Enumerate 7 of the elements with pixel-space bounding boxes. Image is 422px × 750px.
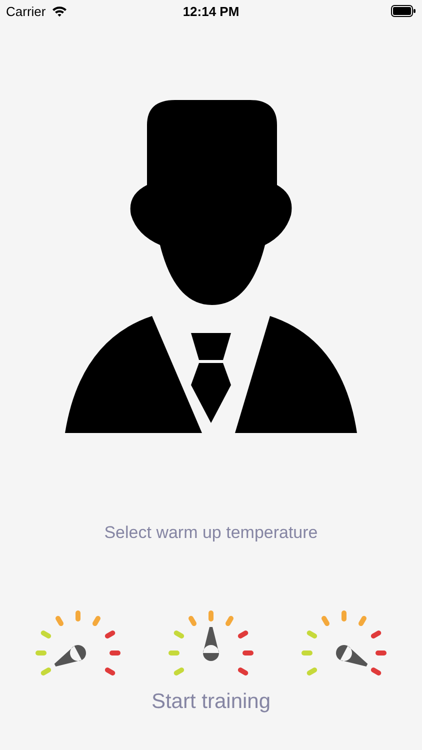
person-icon: [65, 100, 357, 434]
battery-icon: [391, 5, 416, 17]
carrier-name: Carrier: [6, 4, 46, 18]
prompt-text: Select warm up temperature: [104, 523, 318, 543]
start-training-button[interactable]: Start training: [145, 688, 277, 716]
clock-time: 12:14 PM: [182, 4, 240, 18]
wifi-icon: [52, 6, 67, 16]
